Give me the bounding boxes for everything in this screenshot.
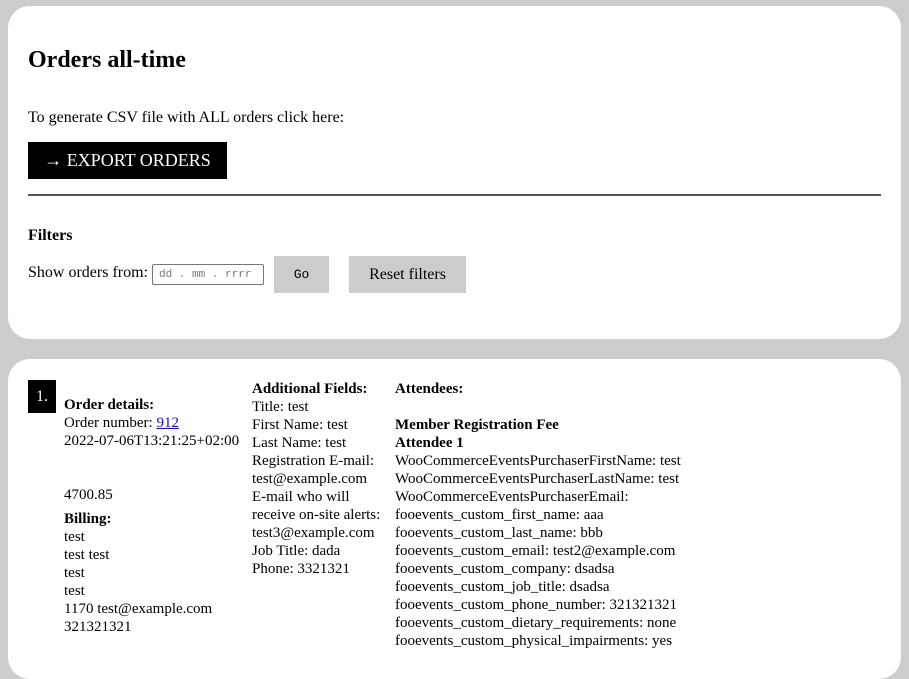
date-filter-input[interactable] [152, 264, 264, 285]
export-intro-text: To generate CSV file with ALL orders cli… [28, 109, 345, 126]
additional-fields-heading: Additional Fields: [252, 381, 368, 397]
order-card: 1. Order details: Order number: 912 2022… [8, 359, 901, 679]
billing-list: test test test test test 1170 test@example.c… [64, 528, 239, 636]
additional-field-line: Phone: 3321321 [252, 561, 350, 577]
order-total: 4700.85 [64, 487, 113, 503]
order-index-badge: 1. [28, 380, 56, 413]
attendee-field-line: fooevents_custom_dietary_requirements: n… [395, 615, 677, 631]
reset-filters-button[interactable]: Reset filters [349, 256, 466, 293]
go-button[interactable]: Go [274, 256, 329, 293]
additional-field-line: Registration E-mail: [252, 453, 375, 469]
billing-line: test [64, 583, 85, 599]
attendee-field-line: fooevents_custom_phone_number: 321321321 [395, 597, 678, 613]
additional-field-line: First Name: test [252, 417, 348, 433]
date-filter-label: Show orders from: [28, 264, 148, 281]
order-number-link[interactable]: 912 [156, 415, 179, 431]
additional-field-line: Last Name: test [252, 435, 347, 451]
additional-field-line: Job Title: dada [252, 543, 341, 559]
attendees-column: Attendees: Member Registration Fee Atten… [395, 380, 681, 650]
billing-line: test [64, 565, 85, 581]
attendee-field-line: fooevents_custom_physical_impairments: y… [395, 633, 673, 649]
attendee-field-line: WooCommerceEventsPurchaserEmail: [395, 489, 629, 505]
attendee-field-line: fooevents_custom_company: dsadsa [395, 561, 615, 577]
additional-fields-list: Title: test First Name: test Last Name: te… [252, 398, 380, 578]
divider [28, 194, 881, 196]
billing-line: test [64, 529, 85, 545]
attendee-fields-list: WooCommerceEventsPurchaserFirstName: tes… [395, 452, 681, 650]
orders-header-card: Orders all-time To generate CSV file wit… [8, 6, 901, 339]
attendee-field-line: fooevents_custom_last_name: bbb [395, 525, 603, 541]
order-datetime: 2022-07-06T13:21:25+02:00 [64, 433, 240, 449]
additional-field-line: test3@example.com [252, 525, 375, 541]
attendee-field-line: WooCommerceEventsPurchaserLastName: test [395, 471, 680, 487]
ticket-name: Member Registration Fee [395, 417, 559, 433]
additional-field-line: test@example.com [252, 471, 368, 487]
attendee-field-line: fooevents_custom_email: test2@example.co… [395, 543, 676, 559]
billing-line: 321321321 [64, 619, 132, 635]
billing-line: test test [64, 547, 110, 563]
attendees-heading: Attendees: [395, 381, 464, 397]
order-details-heading: Order details: [64, 397, 155, 413]
additional-field-line: E-mail who will [252, 489, 350, 505]
export-orders-button[interactable]: → EXPORT ORDERS [28, 142, 227, 179]
additional-field-line: Title: test [252, 399, 309, 415]
order-number-label: Order number: [64, 415, 157, 431]
order-details-column: Order details: Order number: 912 2022-07… [64, 396, 239, 636]
attendee-label: Attendee 1 [395, 435, 464, 451]
attendee-field-line: fooevents_custom_first_name: aaa [395, 507, 604, 523]
order-number-row: Order number: 912 [64, 414, 239, 432]
additional-fields-column: Additional Fields: Title: test First Name… [252, 380, 380, 578]
additional-field-line: receive on-site alerts: [252, 507, 381, 523]
page-title: Orders all-time [28, 47, 186, 73]
billing-heading: Billing: [64, 511, 112, 527]
attendee-field-line: fooevents_custom_job_title: dsadsa [395, 579, 610, 595]
billing-line: 1170 test@example.com [64, 601, 213, 617]
filters-heading: Filters [28, 227, 73, 244]
attendee-field-line: WooCommerceEventsPurchaserFirstName: tes… [395, 453, 681, 469]
